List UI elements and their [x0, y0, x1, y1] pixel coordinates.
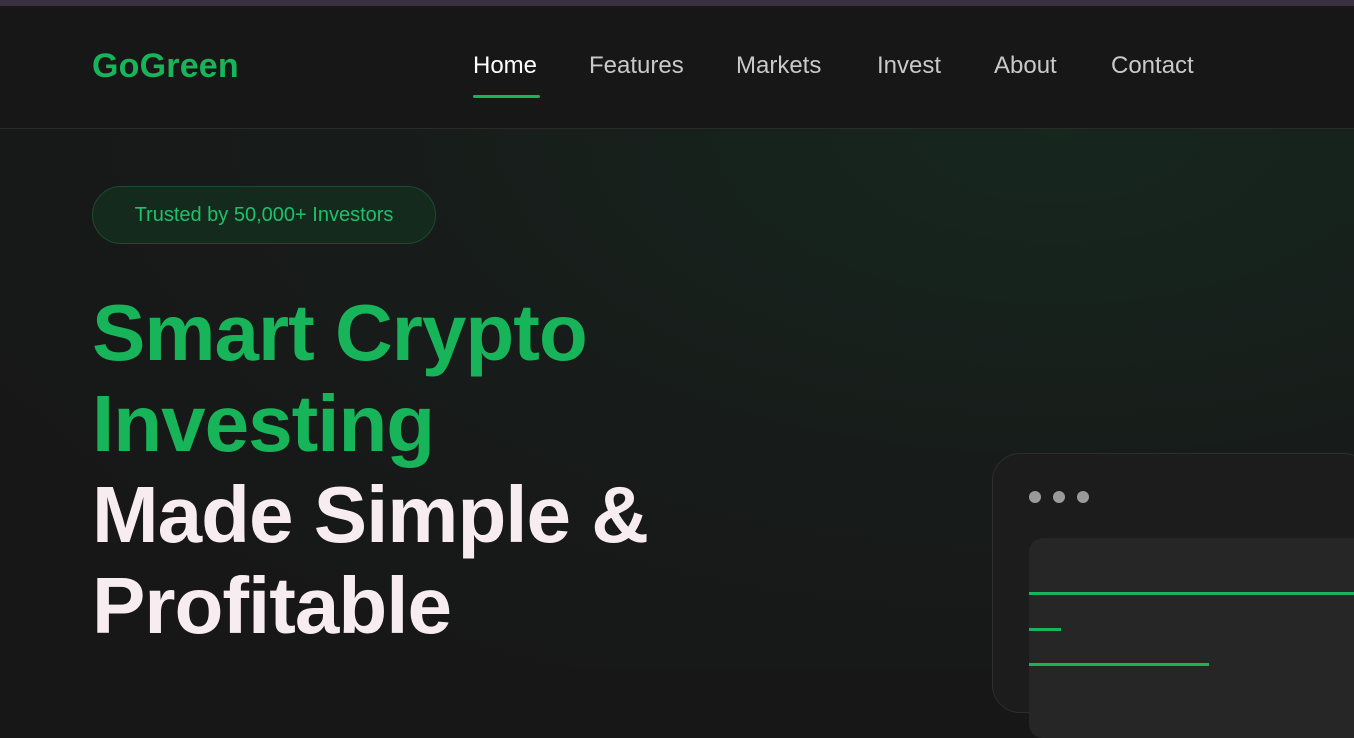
hero-section: Trusted by 50,000+ Investors Smart Crypt… [0, 129, 1354, 738]
preview-bar [1029, 592, 1354, 595]
preview-bar [1029, 628, 1061, 631]
headline-line-4: Profitable [92, 561, 452, 650]
preview-chart-panel [1029, 538, 1354, 738]
nav-item-about[interactable]: About [994, 51, 1057, 81]
headline-line-2: Investing [92, 379, 435, 468]
nav-item-features[interactable]: Features [589, 51, 684, 81]
trust-badge: Trusted by 50,000+ Investors [92, 186, 436, 244]
headline-line-3: Made Simple & [92, 470, 649, 559]
window-dot [1029, 491, 1041, 503]
nav-item-invest[interactable]: Invest [877, 51, 941, 81]
nav-item-markets[interactable]: Markets [736, 51, 821, 81]
nav-item-home[interactable]: Home [473, 51, 537, 81]
brand-logo[interactable]: GoGreen [92, 46, 239, 86]
headline-line-1: Smart Crypto [92, 288, 588, 377]
window-dot [1053, 491, 1065, 503]
window-dot [1077, 491, 1089, 503]
site-header: GoGreen Home Features Markets Invest Abo… [0, 6, 1354, 129]
dashboard-preview-card [992, 453, 1354, 738]
nav-item-contact[interactable]: Contact [1111, 51, 1194, 81]
active-nav-indicator [473, 95, 540, 98]
hero-headline: Smart Crypto Investing Made Simple & Pro… [92, 287, 852, 651]
preview-bar [1029, 663, 1209, 666]
